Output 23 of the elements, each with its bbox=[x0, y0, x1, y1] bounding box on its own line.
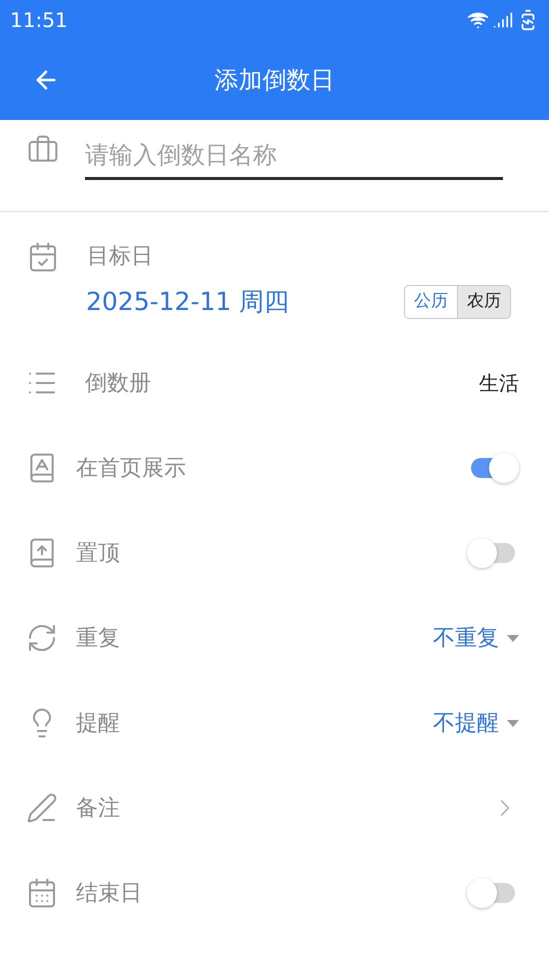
dropdown[interactable]: 不重复 bbox=[433, 622, 519, 654]
caret-icon bbox=[507, 634, 519, 642]
target-date-label: 目标日 bbox=[87, 243, 153, 271]
status-time: 11:51 bbox=[10, 7, 68, 34]
row-label: 重复 bbox=[76, 624, 120, 652]
row-label: 提醒 bbox=[76, 710, 120, 738]
refresh-icon bbox=[26, 622, 58, 654]
row-label: 结束日 bbox=[76, 880, 142, 908]
dropdown[interactable]: 不提醒 bbox=[433, 706, 519, 740]
row-label: 备注 bbox=[76, 794, 120, 822]
row-label: 倒数册 bbox=[85, 370, 151, 398]
page-title: 添加倒数日 bbox=[214, 65, 334, 96]
row-value[interactable]: 生活 bbox=[479, 368, 519, 398]
pencil-icon bbox=[26, 792, 58, 824]
signal-icon bbox=[493, 10, 513, 30]
name-input-field[interactable]: 请输入倒数日名称 bbox=[85, 132, 503, 180]
row-label: 在首页展示 bbox=[76, 454, 186, 482]
calendar-check-icon bbox=[27, 240, 59, 272]
calendar-tab[interactable]: 农历 bbox=[457, 286, 510, 318]
calendar-icon bbox=[26, 877, 58, 909]
row-label: 置顶 bbox=[76, 540, 120, 568]
caret-icon bbox=[507, 720, 519, 726]
target-date-value[interactable]: 2025-12-11 周四 bbox=[86, 283, 290, 320]
